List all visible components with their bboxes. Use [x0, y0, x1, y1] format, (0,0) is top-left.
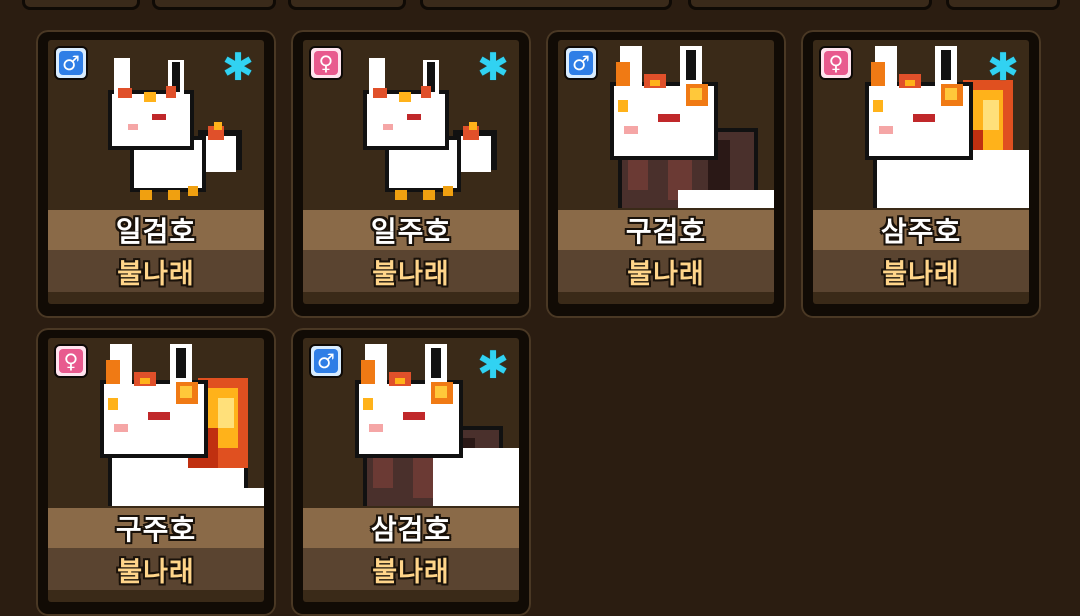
card-inner: ♂ 구검호 불나래: [558, 40, 774, 304]
card-inner: ♀ ✱ 일주호 불나래: [303, 40, 519, 304]
attribute-bar: 불나래: [303, 548, 519, 590]
snowflake-icon: ✱: [477, 343, 509, 387]
creature-attribute: 불나래: [372, 258, 450, 290]
creature-attribute: 불나래: [627, 258, 705, 290]
gender-icon: ♂: [309, 344, 343, 378]
top-tab[interactable]: [688, 0, 932, 10]
top-tab-strip: [0, 0, 1080, 10]
gender-icon: ♀: [54, 344, 88, 378]
creature-name: 삼주호: [880, 215, 962, 248]
attribute-bar: 불나래: [558, 250, 774, 292]
name-bar: 일주호: [303, 210, 519, 250]
creature-name: 일검호: [115, 215, 197, 248]
top-tab[interactable]: [420, 0, 672, 10]
card-inner: ♂ ✱ 삼검호 불나래: [303, 338, 519, 602]
gender-glyph: ♀: [59, 349, 83, 373]
top-tab[interactable]: [22, 0, 140, 10]
gender-glyph: ♂: [569, 51, 593, 75]
card-inner: ♀ ✱ 삼주호 불나래: [813, 40, 1029, 304]
top-tab[interactable]: [288, 0, 406, 10]
name-bar: 구주호: [48, 508, 264, 548]
creature-card[interactable]: ♂ 구검호 불나래: [546, 30, 786, 318]
attribute-bar: 불나래: [303, 250, 519, 292]
creature-card[interactable]: ♀ ✱ 일주호 불나래: [291, 30, 531, 318]
creature-card[interactable]: ♀ ✱ 삼주호 불나래: [801, 30, 1041, 318]
card-inner: ♀ 구주호 불나래: [48, 338, 264, 602]
creature-card[interactable]: ♂ ✱ 삼검호 불나래: [291, 328, 531, 616]
top-tab[interactable]: [152, 0, 276, 10]
creature-attribute: 불나래: [372, 556, 450, 588]
creature-attribute: 불나래: [117, 258, 195, 290]
gender-icon: ♀: [819, 46, 853, 80]
gender-icon: ♂: [564, 46, 598, 80]
snowflake-icon: ✱: [477, 45, 509, 89]
attribute-bar: 불나래: [48, 250, 264, 292]
creature-name: 삼검호: [370, 513, 452, 546]
snowflake-icon: ✱: [987, 45, 1019, 89]
gender-icon: ♂: [54, 46, 88, 80]
creature-name: 구검호: [625, 215, 707, 248]
creature-card[interactable]: ♂ ✱ 일검호 불나래: [36, 30, 276, 318]
card-inner: ♂ ✱ 일검호 불나래: [48, 40, 264, 304]
name-bar: 삼검호: [303, 508, 519, 548]
gender-glyph: ♂: [314, 349, 338, 373]
gender-glyph: ♂: [59, 51, 83, 75]
creature-attribute: 불나래: [117, 556, 195, 588]
creature-card[interactable]: ♀ 구주호 불나래: [36, 328, 276, 616]
gender-glyph: ♀: [824, 51, 848, 75]
gender-glyph: ♀: [314, 51, 338, 75]
gender-icon: ♀: [309, 46, 343, 80]
top-tab[interactable]: [946, 0, 1060, 10]
attribute-bar: 불나래: [813, 250, 1029, 292]
name-bar: 삼주호: [813, 210, 1029, 250]
creature-name: 구주호: [115, 513, 197, 546]
name-bar: 일검호: [48, 210, 264, 250]
name-bar: 구검호: [558, 210, 774, 250]
snowflake-icon: ✱: [222, 45, 254, 89]
creature-name: 일주호: [370, 215, 452, 248]
creature-attribute: 불나래: [882, 258, 960, 290]
attribute-bar: 불나래: [48, 548, 264, 590]
